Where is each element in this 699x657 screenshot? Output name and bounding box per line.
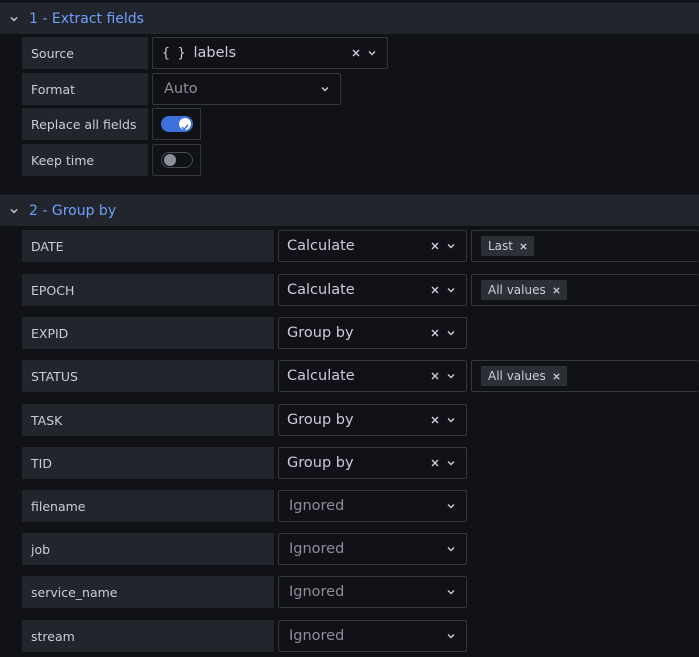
field-name-label: filename [22,490,274,522]
field-name-label: TID [22,447,274,479]
switch-knob [164,154,176,166]
section-title: 2 - Group by [29,203,117,219]
group-by-select[interactable]: Ignored [278,576,467,608]
group-by-select-value: Calculate [287,282,355,298]
close-icon[interactable] [430,328,440,338]
calculation-tag: All values [481,366,567,386]
group-by-select[interactable]: Ignored [278,490,467,522]
close-icon[interactable] [430,458,440,468]
format-select[interactable]: Auto [152,73,341,105]
chevron-down-icon[interactable] [446,501,456,511]
field-name-label: EPOCH [22,274,274,306]
replace-all-fields-label: Replace all fields [22,108,148,140]
chevron-down-icon[interactable] [446,458,456,468]
field-name-label: DATE [22,230,274,262]
group-by-select-value: Calculate [287,368,355,384]
keep-time-label: Keep time [22,144,148,176]
chevron-down-icon[interactable] [446,371,456,381]
keep-time-switch[interactable] [161,152,193,168]
chevron-down-icon[interactable] [446,587,456,597]
keep-time-toggle-box [152,144,201,176]
close-icon[interactable] [552,372,561,381]
calculation-multi-select[interactable]: All values [471,274,699,306]
replace-all-fields-toggle-box [152,108,201,140]
group-by-select-value: Calculate [287,238,355,254]
group-by-select[interactable]: Ignored [278,620,467,652]
group-by-select[interactable]: Group by [278,317,467,349]
format-value: Auto [164,81,198,97]
chevron-down-icon[interactable] [446,285,456,295]
code-braces-icon: { } [162,45,186,61]
group-by-select-value: Ignored [289,584,345,600]
chevron-down-icon[interactable] [446,328,456,338]
chevron-down-icon[interactable] [446,415,456,425]
field-name-label: stream [22,620,274,652]
source-select[interactable]: { } labels [152,37,388,69]
chevron-down-icon [9,206,19,216]
close-icon[interactable] [430,241,440,251]
calculation-multi-select[interactable]: All values [471,360,699,392]
close-icon[interactable] [430,415,440,425]
group-by-select-value: Ignored [289,498,345,514]
chevron-down-icon[interactable] [320,84,330,94]
chevron-down-icon [9,14,19,24]
switch-knob [179,118,191,131]
group-by-select[interactable]: Calculate [278,274,467,306]
close-icon[interactable] [519,242,528,251]
chevron-down-icon[interactable] [367,48,377,58]
group-by-select[interactable]: Group by [278,404,467,436]
close-icon[interactable] [430,371,440,381]
section-header-group-by[interactable]: 2 - Group by [0,195,699,226]
group-by-select[interactable]: Ignored [278,533,467,565]
calculation-tag-label: All values [488,283,546,297]
check-icon [181,124,189,131]
chevron-down-icon[interactable] [446,544,456,554]
field-name-label: EXPID [22,317,274,349]
source-value: labels [193,45,237,61]
group-by-select[interactable]: Calculate [278,360,467,392]
source-label: Source [22,37,148,69]
close-icon[interactable] [351,48,361,58]
field-name-label: job [22,533,274,565]
group-by-select[interactable]: Group by [278,447,467,479]
group-by-select-value: Group by [287,455,354,471]
calculation-tag-label: All values [488,369,546,383]
calculation-tag: All values [481,280,567,300]
calculation-tag: Last [481,236,534,256]
close-icon[interactable] [552,286,561,295]
group-by-select-value: Ignored [289,628,345,644]
section-header-extract-fields[interactable]: 1 - Extract fields [0,3,699,34]
calculation-tag-label: Last [488,239,513,253]
replace-all-fields-switch[interactable] [161,116,193,132]
field-name-label: service_name [22,576,274,608]
section-title: 1 - Extract fields [29,11,144,27]
format-label: Format [22,73,148,105]
group-by-select-value: Group by [287,412,354,428]
calculation-multi-select[interactable]: Last [471,230,699,262]
field-name-label: STATUS [22,360,274,392]
chevron-down-icon[interactable] [446,631,456,641]
chevron-down-icon[interactable] [446,241,456,251]
field-name-label: TASK [22,404,274,436]
group-by-select-value: Group by [287,325,354,341]
group-by-select[interactable]: Calculate [278,230,467,262]
close-icon[interactable] [430,285,440,295]
group-by-select-value: Ignored [289,541,345,557]
